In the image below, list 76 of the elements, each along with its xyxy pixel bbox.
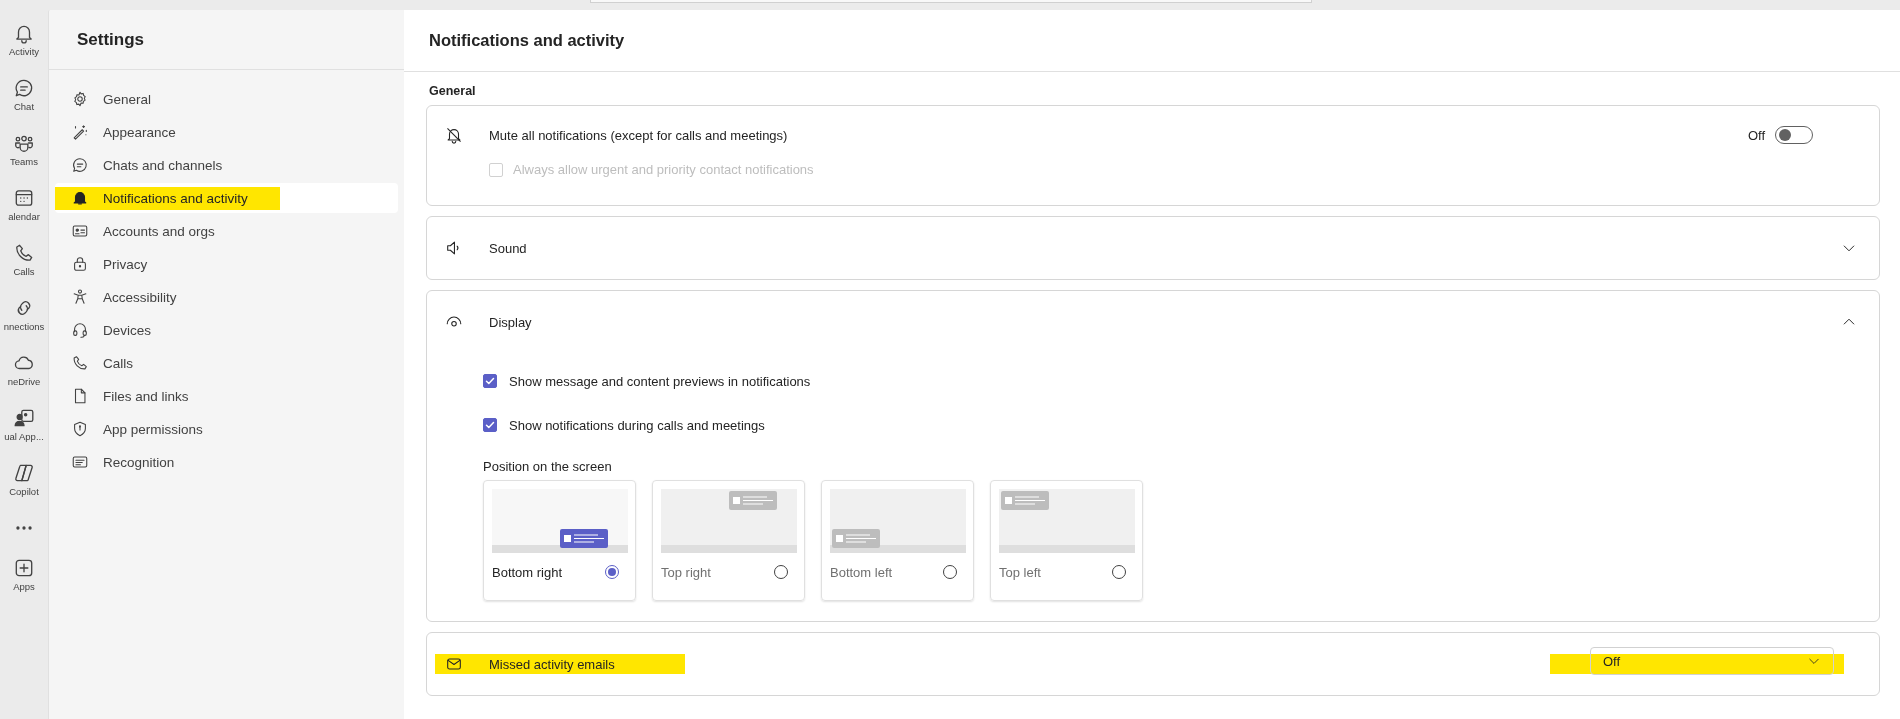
sidebar-label: Chats and channels: [103, 157, 223, 173]
people-board-icon[interactable]: [13, 407, 35, 429]
sidebar-label: Notifications and activity: [103, 190, 248, 206]
rail-label[interactable]: ual App...: [4, 431, 44, 443]
sidebar-label: Appearance: [103, 124, 176, 140]
bell-slash-icon: [445, 126, 463, 144]
sidebar-item[interactable]: Files and links: [55, 381, 398, 411]
sidebar-label: General: [103, 91, 152, 107]
chat-bubble-icon: [71, 156, 89, 174]
sidebar-item[interactable]: Calls: [55, 348, 398, 378]
position-label: Top right: [661, 564, 711, 580]
checkbox[interactable]: [483, 374, 497, 388]
sidebar-label: Accounts and orgs: [103, 223, 215, 239]
position-label: Bottom right: [492, 564, 563, 580]
contact-card-icon: [71, 222, 89, 240]
sidebar-item[interactable]: Accounts and orgs: [55, 216, 398, 246]
sidebar-label: Devices: [103, 322, 151, 338]
sidebar-item[interactable]: Chats and channels: [55, 150, 398, 180]
sidebar-item[interactable]: Devices: [55, 315, 398, 345]
rail-label[interactable]: nnections: [3, 321, 45, 333]
group-label: Position on the screen: [483, 459, 613, 474]
sidebar-item[interactable]: Privacy: [55, 249, 398, 279]
rail-label[interactable]: Activity: [8, 46, 40, 58]
rail-label[interactable]: Chat: [13, 101, 35, 113]
phone-icon: [71, 354, 89, 372]
shield-icon: [71, 420, 89, 438]
rail-label[interactable]: Teams: [10, 156, 38, 168]
headset-icon: [71, 321, 89, 339]
position-option[interactable]: Top left: [990, 480, 1143, 601]
sidebar-item[interactable]: General: [55, 84, 398, 114]
sidebar-item[interactable]: Accessibility: [55, 282, 398, 312]
copilot-icon[interactable]: [13, 462, 35, 484]
sidebar-item[interactable]: Notifications and activity: [55, 183, 398, 213]
checkbox[interactable]: [483, 418, 497, 432]
section-heading: General: [429, 84, 477, 98]
checkbox-label: Show message and content previews in notifications: [509, 373, 811, 389]
rail-label[interactable]: Calls: [13, 266, 35, 278]
sidebar-label: Privacy: [103, 256, 148, 272]
page-title: Notifications and activity: [429, 31, 625, 50]
checkbox-label: Always allow urgent and priority contact notifications: [513, 162, 814, 177]
gear-icon: [71, 90, 89, 108]
sidebar-label: App permissions: [103, 421, 203, 437]
checkbox-label: Show notifications during calls and meetings: [509, 417, 765, 433]
sidebar-item[interactable]: Recognition: [55, 447, 398, 477]
bell-icon: [71, 189, 89, 207]
accessibility-icon: [71, 288, 89, 306]
rail-label[interactable]: Copilot: [9, 486, 39, 498]
chat-bubble-icon[interactable]: [13, 77, 35, 99]
sidebar-label: Files and links: [103, 388, 189, 404]
position-option[interactable]: Bottom left: [821, 480, 974, 601]
position-option[interactable]: Bottom right: [483, 480, 636, 601]
magic-wand-icon: [71, 123, 89, 141]
sidebar-label: Calls: [103, 355, 133, 371]
calendar-icon[interactable]: [13, 187, 35, 209]
rail-label[interactable]: Apps: [13, 581, 35, 593]
rail-label[interactable]: alendar: [8, 211, 40, 223]
text-card-icon: [71, 453, 89, 471]
sidebar-label: Accessibility: [103, 289, 177, 305]
sidebar-item[interactable]: Appearance: [55, 117, 398, 147]
dropdown[interactable]: Off: [1590, 647, 1834, 675]
sidebar-item[interactable]: App permissions: [55, 414, 398, 444]
setting-label: Sound: [489, 240, 528, 256]
position-label: Top left: [999, 564, 1041, 580]
setting-label: Missed activity emails: [489, 656, 615, 672]
position-option[interactable]: Top right: [652, 480, 805, 601]
rail-label[interactable]: neDrive: [7, 376, 41, 388]
setting-label: Mute all notifications (except for calls and meetings): [489, 127, 789, 143]
sidebar-label: Recognition: [103, 454, 175, 470]
toggle-state: Off: [1747, 127, 1765, 143]
setting-label: Display: [489, 314, 533, 330]
plus-square-icon[interactable]: [13, 557, 35, 579]
envelope-icon: [445, 655, 463, 673]
lock-icon: [71, 255, 89, 273]
sidebar-title: Settings: [77, 29, 145, 50]
position-label: Bottom left: [830, 564, 893, 580]
phone-icon[interactable]: [13, 242, 35, 264]
